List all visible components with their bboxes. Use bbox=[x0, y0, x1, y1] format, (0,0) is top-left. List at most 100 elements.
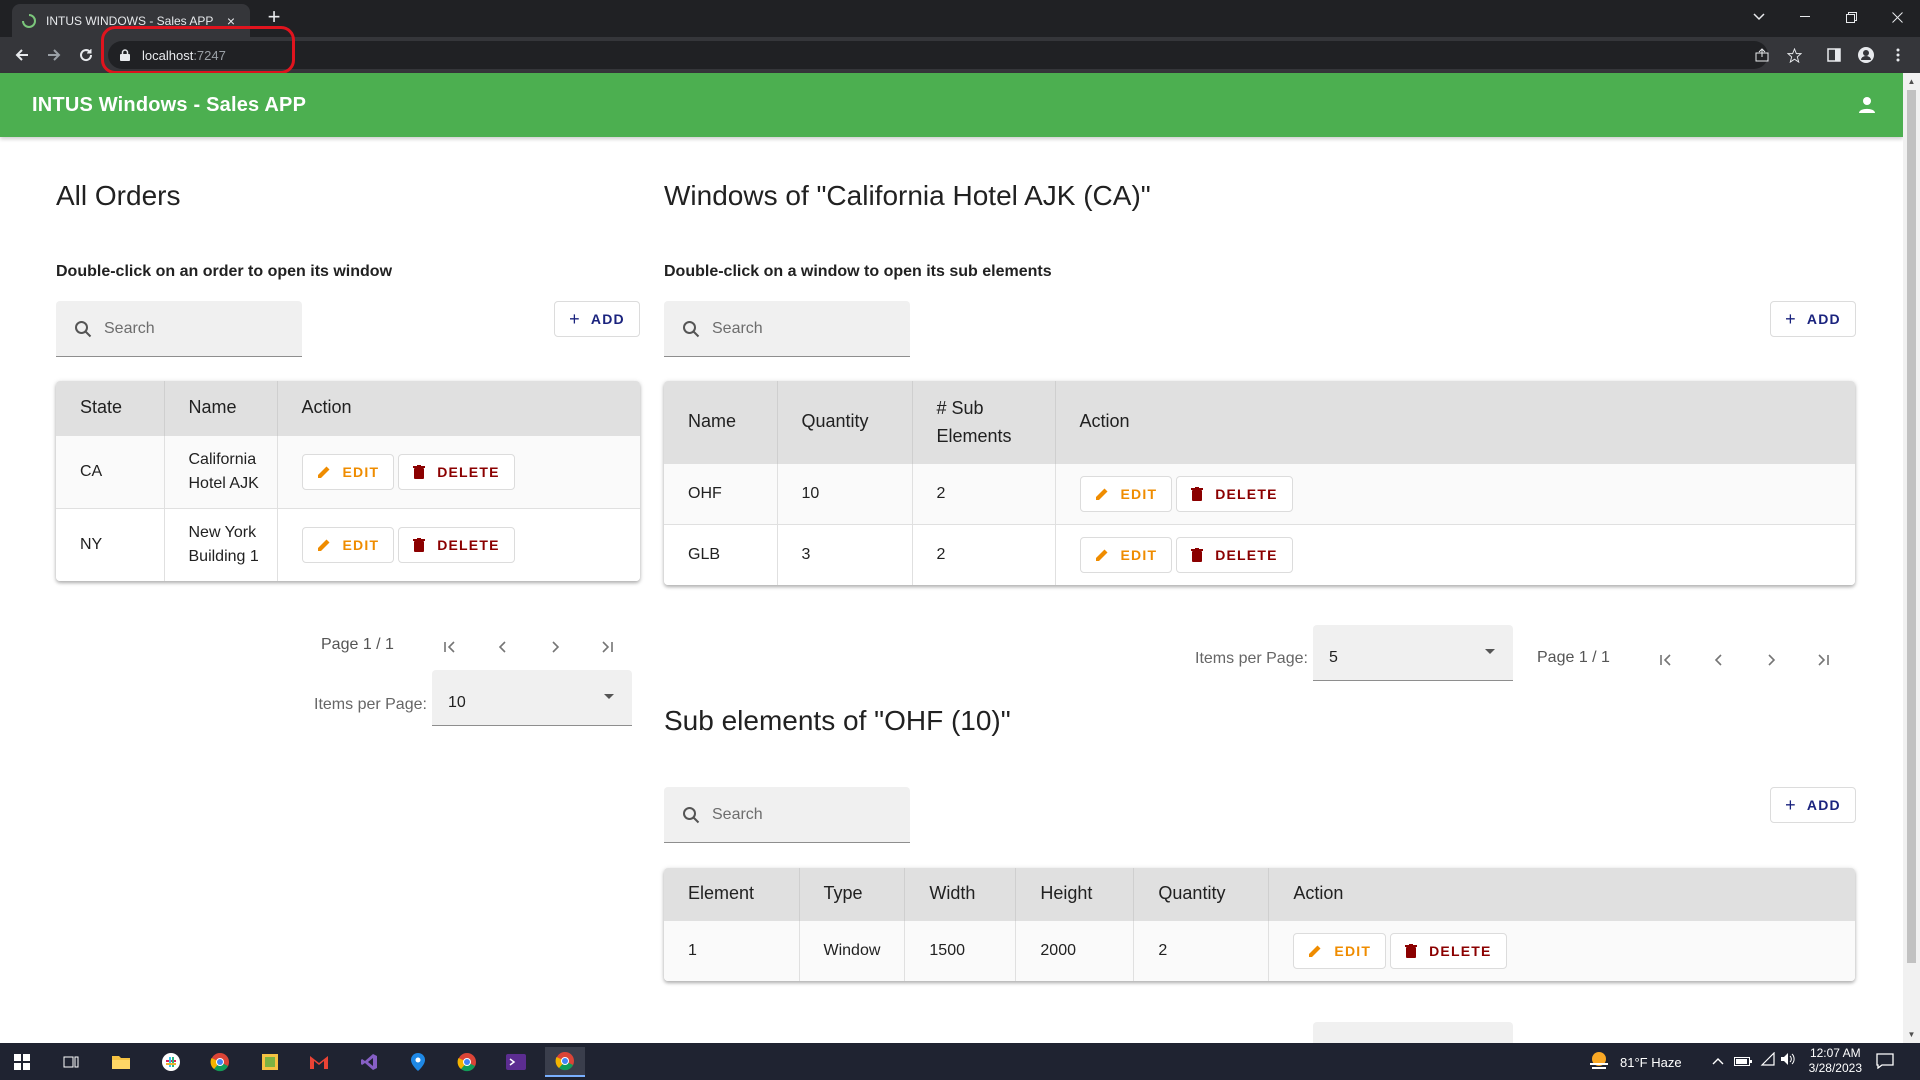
user-account-icon[interactable] bbox=[1853, 91, 1881, 119]
column-header-state[interactable]: State bbox=[56, 381, 165, 435]
column-header-element[interactable]: Element bbox=[664, 868, 800, 920]
chrome-active-icon[interactable] bbox=[545, 1047, 585, 1077]
column-header-name[interactable]: Name bbox=[664, 381, 778, 463]
state-cell: CA bbox=[56, 434, 165, 508]
scroll-up-icon[interactable]: ▲ bbox=[1903, 73, 1920, 90]
scroll-down-icon[interactable]: ▼ bbox=[1903, 1026, 1920, 1043]
edit-button[interactable]: EDIT bbox=[1293, 932, 1387, 969]
column-header-quantity[interactable]: Quantity bbox=[1133, 868, 1270, 920]
action-cell: EDIT DELETE bbox=[1268, 919, 1855, 981]
next-page-icon[interactable] bbox=[541, 633, 569, 661]
browser-tab[interactable]: INTUS WINDOWS - Sales APP × bbox=[12, 4, 250, 37]
edit-button[interactable]: EDIT bbox=[301, 453, 395, 490]
column-header-name[interactable]: Name bbox=[164, 381, 278, 435]
scrollbar-thumb[interactable] bbox=[1907, 90, 1916, 963]
previous-page-icon[interactable] bbox=[489, 633, 517, 661]
back-arrow-icon[interactable] bbox=[8, 41, 36, 69]
trash-icon bbox=[1191, 547, 1204, 562]
pencil-icon bbox=[1308, 944, 1322, 958]
side-panel-icon[interactable] bbox=[1820, 41, 1848, 69]
add-order-button[interactable]: + ADD bbox=[554, 301, 640, 337]
close-window-icon[interactable] bbox=[1874, 0, 1920, 34]
browser-menu-icon[interactable] bbox=[1884, 41, 1912, 69]
system-clock[interactable]: 12:07 AM 3/28/2023 bbox=[1809, 1046, 1862, 1076]
subelements-heading: Sub elements of "OHF (10)" bbox=[664, 705, 1011, 736]
trash-icon bbox=[1405, 943, 1418, 958]
subelements-search[interactable] bbox=[664, 787, 910, 843]
delete-button[interactable]: DELETE bbox=[398, 526, 515, 563]
delete-button[interactable]: DELETE bbox=[1176, 475, 1293, 512]
battery-icon[interactable] bbox=[1734, 1054, 1752, 1072]
delete-button[interactable]: DELETE bbox=[1176, 536, 1293, 573]
wifi-icon[interactable] bbox=[1760, 1051, 1776, 1071]
profile-icon[interactable] bbox=[1852, 41, 1880, 69]
page-scrollbar[interactable]: ▲ ▼ bbox=[1903, 73, 1920, 1043]
table-row[interactable]: NY New York Building 1 EDIT DELETE bbox=[56, 507, 640, 581]
plus-icon: + bbox=[569, 308, 581, 329]
terminal-icon[interactable] bbox=[496, 1047, 536, 1077]
address-bar[interactable]: localhost:7247 bbox=[108, 41, 1768, 69]
column-header-sub-elements[interactable]: # Sub Elements bbox=[912, 381, 1056, 463]
table-row[interactable]: GLB 3 2 EDIT DELETE bbox=[664, 523, 1855, 585]
last-page-icon[interactable] bbox=[1809, 646, 1837, 674]
restore-icon[interactable] bbox=[1828, 0, 1874, 34]
orders-items-per-page-select[interactable]: 10 bbox=[432, 670, 632, 726]
app-bar: INTUS Windows - Sales APP bbox=[0, 73, 1903, 137]
add-window-button[interactable]: + ADD bbox=[1770, 301, 1856, 337]
next-page-icon[interactable] bbox=[1757, 646, 1785, 674]
last-page-icon[interactable] bbox=[593, 633, 621, 661]
forward-arrow-icon[interactable] bbox=[40, 41, 68, 69]
weather-text[interactable]: 81°F Haze bbox=[1620, 1055, 1682, 1070]
notifications-icon[interactable] bbox=[1876, 1053, 1894, 1074]
column-header-height[interactable]: Height bbox=[1015, 868, 1135, 920]
table-row[interactable]: 1 Window 1500 2000 2 EDIT DELETE bbox=[664, 919, 1855, 981]
start-windows-icon[interactable] bbox=[2, 1047, 42, 1077]
share-icon[interactable] bbox=[1748, 41, 1776, 69]
weather-haze-icon[interactable] bbox=[1588, 1051, 1610, 1073]
chrome-profile-icon[interactable] bbox=[447, 1047, 487, 1077]
reload-icon[interactable] bbox=[72, 41, 100, 69]
bookmark-star-icon[interactable] bbox=[1780, 41, 1808, 69]
new-tab-button[interactable]: + bbox=[262, 6, 286, 30]
windows-hint: Double-click on a window to open its sub… bbox=[664, 263, 1052, 280]
column-header-type[interactable]: Type bbox=[799, 868, 906, 920]
slack-icon[interactable] bbox=[151, 1047, 191, 1077]
add-subelement-button[interactable]: + ADD bbox=[1770, 787, 1856, 823]
orders-search-input[interactable] bbox=[104, 319, 234, 338]
gmail-icon[interactable] bbox=[299, 1047, 339, 1077]
edit-button[interactable]: EDIT bbox=[1079, 475, 1173, 512]
column-header-width[interactable]: Width bbox=[904, 868, 1017, 920]
orders-search[interactable] bbox=[56, 301, 302, 357]
visual-studio-icon[interactable] bbox=[349, 1047, 389, 1077]
subelements-items-per-page-select[interactable] bbox=[1313, 1022, 1513, 1043]
action-cell: EDIT DELETE bbox=[1055, 523, 1855, 585]
tab-close-icon[interactable]: × bbox=[222, 13, 240, 29]
tab-search-icon[interactable] bbox=[1736, 0, 1782, 34]
delete-button[interactable]: DELETE bbox=[1390, 932, 1507, 969]
windows-search-input[interactable] bbox=[712, 319, 842, 338]
windows-search[interactable] bbox=[664, 301, 910, 357]
table-row[interactable]: CA California Hotel AJK EDIT DELETE bbox=[56, 434, 640, 508]
windows-items-per-page-select[interactable]: 5 bbox=[1313, 625, 1513, 681]
volume-icon[interactable] bbox=[1780, 1052, 1796, 1071]
table-row[interactable]: OHF 10 2 EDIT DELETE bbox=[664, 462, 1855, 524]
sub-header-line-1: # Sub bbox=[936, 397, 984, 418]
minimize-icon[interactable] bbox=[1782, 0, 1828, 34]
first-page-icon[interactable] bbox=[436, 633, 464, 661]
file-explorer-icon[interactable] bbox=[101, 1047, 141, 1077]
column-header-quantity[interactable]: Quantity bbox=[777, 381, 913, 463]
first-page-icon[interactable] bbox=[1652, 646, 1680, 674]
browser-toolbar: localhost:7247 bbox=[0, 37, 1920, 73]
edit-button[interactable]: EDIT bbox=[1079, 536, 1173, 573]
delete-button[interactable]: DELETE bbox=[398, 453, 515, 490]
tray-chevron-icon[interactable] bbox=[1712, 1054, 1724, 1068]
type-cell: Window bbox=[799, 919, 906, 981]
previous-page-icon[interactable] bbox=[1705, 646, 1733, 674]
task-view-icon[interactable] bbox=[51, 1047, 91, 1077]
sticky-notes-icon[interactable] bbox=[250, 1047, 290, 1077]
subelements-search-input[interactable] bbox=[712, 805, 842, 824]
edit-button[interactable]: EDIT bbox=[301, 526, 395, 563]
chrome-icon[interactable] bbox=[200, 1047, 240, 1077]
search-icon bbox=[680, 318, 702, 340]
maps-pin-icon[interactable] bbox=[398, 1047, 438, 1077]
